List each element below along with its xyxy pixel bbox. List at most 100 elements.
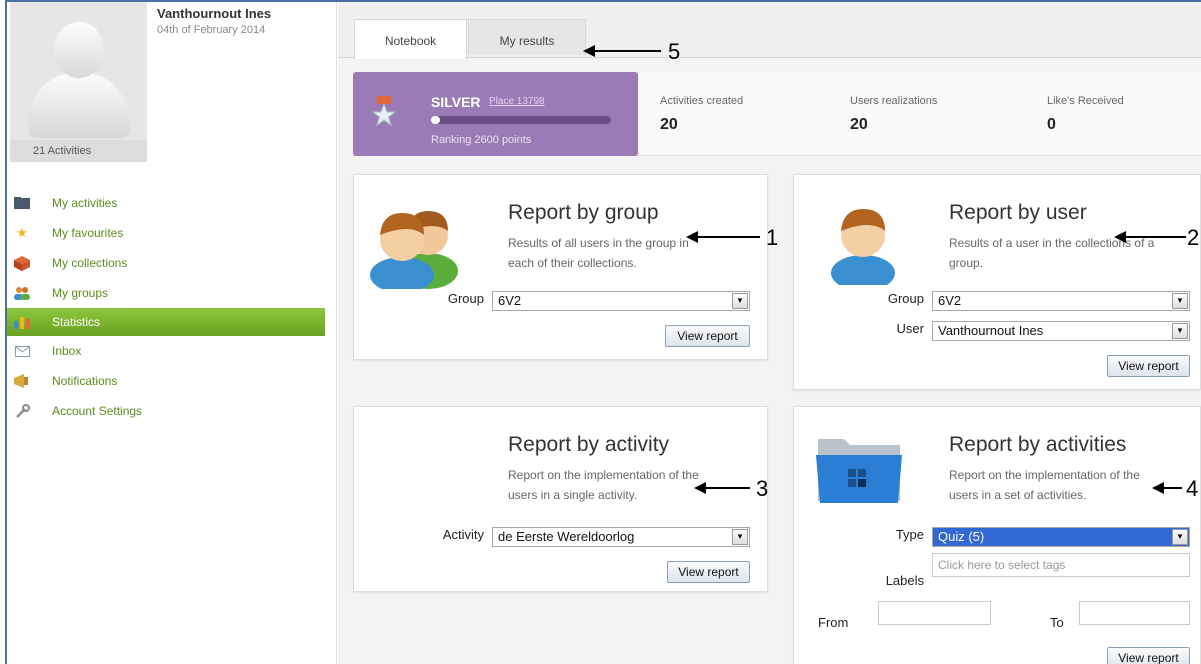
- report-title: Report by group: [508, 201, 659, 224]
- stat-users-realizations: Users realizations 20: [850, 95, 937, 134]
- to-date-input[interactable]: [1079, 601, 1190, 625]
- star-icon: ★: [16, 225, 28, 240]
- report-by-activity-card: Report by activity Report on the impleme…: [353, 406, 768, 592]
- type-select-value: Quiz (5): [938, 529, 985, 544]
- envelope-icon: [13, 343, 31, 359]
- tab-notebook[interactable]: Notebook: [354, 19, 467, 59]
- annotation-label-5: 5: [668, 39, 681, 64]
- group-users-icon: [370, 211, 458, 289]
- stat-value: 0: [1047, 116, 1056, 133]
- type-select[interactable]: Quiz (5) ▼: [932, 527, 1190, 547]
- sidebar-item-inbox[interactable]: Inbox: [7, 336, 325, 366]
- stat-label: Like's Received: [1047, 95, 1124, 107]
- type-label: Type: [895, 527, 924, 542]
- chevron-down-icon[interactable]: ▼: [1172, 529, 1188, 545]
- main-content: Notebook My results SILVER Place 13798 R…: [338, 2, 1201, 664]
- report-desc-line1: Results of all users in the group in: [508, 236, 689, 250]
- avatar-silhouette-body: [28, 72, 130, 138]
- avatar-silhouette-head: [54, 22, 104, 78]
- annotation-arrow-5-line: [593, 50, 661, 52]
- sidebar-item-label: My activities: [52, 196, 118, 210]
- group-select-value: 6V2: [938, 293, 962, 308]
- annotation-label-1: 1: [766, 225, 779, 250]
- stat-value: 20: [660, 116, 678, 133]
- user-date: 04th of February 2014: [157, 24, 266, 36]
- chevron-down-icon[interactable]: ▼: [732, 293, 748, 309]
- view-report-button[interactable]: View report: [665, 325, 750, 347]
- annotation-label-2: 2: [1187, 225, 1200, 250]
- group-select[interactable]: 6V2 ▼: [492, 291, 750, 311]
- report-desc-line1: Report on the implementation of the: [949, 468, 1140, 482]
- rank-level: SILVER: [431, 94, 481, 110]
- annotation-arrow-3-line: [704, 487, 750, 489]
- tab-bar: Notebook My results: [338, 2, 1201, 59]
- group-label: Group: [887, 291, 924, 306]
- report-desc-line2: users in a single activity.: [508, 488, 638, 502]
- group-select-value: 6V2: [498, 293, 522, 308]
- activity-select-value: de Eerste Wereldoorlog: [498, 529, 635, 544]
- report-by-user-card: Report by user Results of a user in the …: [793, 174, 1201, 390]
- labels-label: Labels: [885, 573, 924, 588]
- stat-activities-created: Activities created 20: [660, 95, 743, 134]
- annotation-label-4: 4: [1186, 476, 1199, 501]
- sidebar-item-my-groups[interactable]: My groups: [7, 278, 325, 308]
- to-label: To: [1050, 615, 1064, 630]
- activities-count: 21 Activities: [10, 140, 147, 162]
- user-select[interactable]: Vanthournout Ines ▼: [932, 321, 1190, 341]
- sidebar-item-label: Notifications: [52, 374, 118, 388]
- group-label: Group: [447, 291, 484, 306]
- folder-icon: [816, 439, 902, 503]
- activity-label: Activity: [442, 527, 484, 542]
- user-name: Vanthournout Ines: [157, 6, 272, 21]
- view-report-button[interactable]: View report: [1107, 355, 1190, 377]
- report-desc-line2: users in a set of activities.: [949, 488, 1087, 502]
- report-by-group-card: Report by group Results of all users in …: [353, 174, 768, 360]
- sidebar: 21 Activities Vanthournout Ines 04th of …: [7, 2, 337, 664]
- wrench-icon: [13, 403, 31, 419]
- labels-tag-input[interactable]: Click here to select tags: [932, 553, 1190, 577]
- from-date-input[interactable]: [878, 601, 991, 625]
- megaphone-icon: [13, 373, 31, 389]
- sidebar-item-notifications[interactable]: Notifications: [7, 366, 325, 396]
- report-title: Report by activities: [949, 433, 1127, 456]
- folder-icon: [13, 195, 31, 211]
- report-title: Report by user: [949, 201, 1087, 224]
- avatar[interactable]: 21 Activities: [10, 2, 147, 162]
- sidebar-item-label: My collections: [52, 256, 128, 270]
- report-desc-line2: each of their collections.: [508, 256, 637, 270]
- sidebar-item-my-activities[interactable]: My activities: [7, 188, 325, 218]
- user-label: User: [896, 321, 924, 336]
- stat-label: Activities created: [660, 95, 744, 107]
- annotation-arrow-4-line: [1162, 487, 1182, 489]
- tab-my-results[interactable]: My results: [468, 19, 586, 55]
- report-by-activities-card: Report by activities Report on the imple…: [793, 406, 1201, 664]
- rank-place-link[interactable]: Place 13798: [489, 96, 545, 107]
- chevron-down-icon[interactable]: ▼: [1172, 323, 1188, 339]
- view-report-button[interactable]: View report: [667, 561, 750, 583]
- sidebar-item-statistics[interactable]: Statistics: [7, 308, 325, 336]
- annotation-arrow-1-line: [696, 236, 760, 238]
- user-select-value: Vanthournout Ines: [938, 323, 1044, 338]
- chevron-down-icon[interactable]: ▼: [732, 529, 748, 545]
- activity-select[interactable]: de Eerste Wereldoorlog ▼: [492, 527, 750, 547]
- chevron-down-icon[interactable]: ▼: [1172, 293, 1188, 309]
- sidebar-item-account-settings[interactable]: Account Settings: [7, 396, 325, 426]
- report-desc-line2: group.: [949, 256, 984, 270]
- sidebar-item-label: My favourites: [52, 226, 124, 240]
- report-title: Report by activity: [508, 433, 670, 456]
- rank-points: Ranking 2600 points: [431, 134, 532, 146]
- ranking-panel: SILVER Place 13798 Ranking 2600 points A…: [353, 72, 1201, 156]
- sidebar-item-label: My groups: [52, 286, 109, 300]
- view-report-button[interactable]: View report: [1107, 647, 1190, 664]
- rank-progress-fill: [431, 116, 440, 124]
- rank-progress-bar: [431, 116, 611, 124]
- medal-icon: [373, 96, 395, 126]
- sidebar-item-my-collections[interactable]: My collections: [7, 248, 325, 278]
- sidebar-item-my-favourites[interactable]: ★ My favourites: [7, 218, 325, 248]
- sidebar-nav: My activities ★ My favourites My collect…: [7, 188, 325, 426]
- sidebar-item-label: Statistics: [52, 315, 101, 329]
- annotation-label-3: 3: [756, 476, 769, 501]
- report-desc-line1: Report on the implementation of the: [508, 468, 699, 482]
- group-select[interactable]: 6V2 ▼: [932, 291, 1190, 311]
- box-icon: [13, 255, 31, 271]
